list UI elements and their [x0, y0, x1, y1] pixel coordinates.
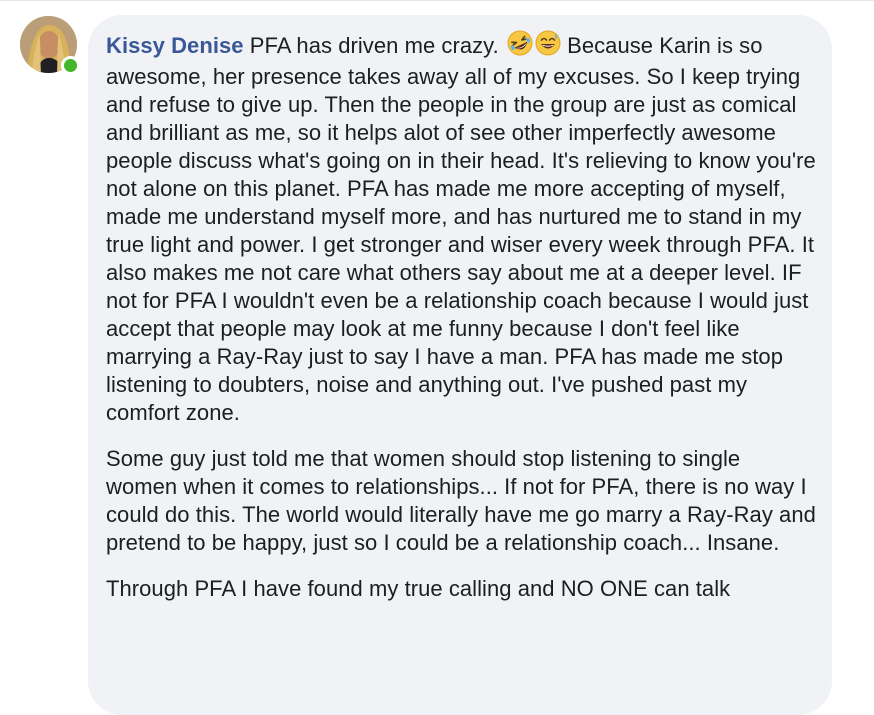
avatar[interactable]	[20, 16, 80, 75]
comment: Kissy Denise PFA has driven me crazy. Be…	[0, 0, 874, 715]
comment-bubble: Kissy Denise PFA has driven me crazy. Be…	[88, 15, 832, 715]
comment-paragraph-2: Some guy just told me that women should …	[106, 446, 816, 555]
grinning-sweat-emoji	[535, 30, 561, 63]
comment-text-intro: PFA has driven me crazy.	[249, 33, 499, 58]
comment-paragraph-3: Through PFA I have found my true calling…	[106, 576, 731, 601]
rolling-on-floor-laughing-emoji	[507, 30, 533, 63]
author-name-link[interactable]: Kissy Denise	[106, 33, 244, 58]
comment-text-body: Because Karin is so awesome, her presenc…	[106, 33, 816, 425]
comment-paragraph-1: Kissy Denise PFA has driven me crazy. Be…	[106, 30, 816, 427]
online-status-indicator	[61, 56, 80, 75]
